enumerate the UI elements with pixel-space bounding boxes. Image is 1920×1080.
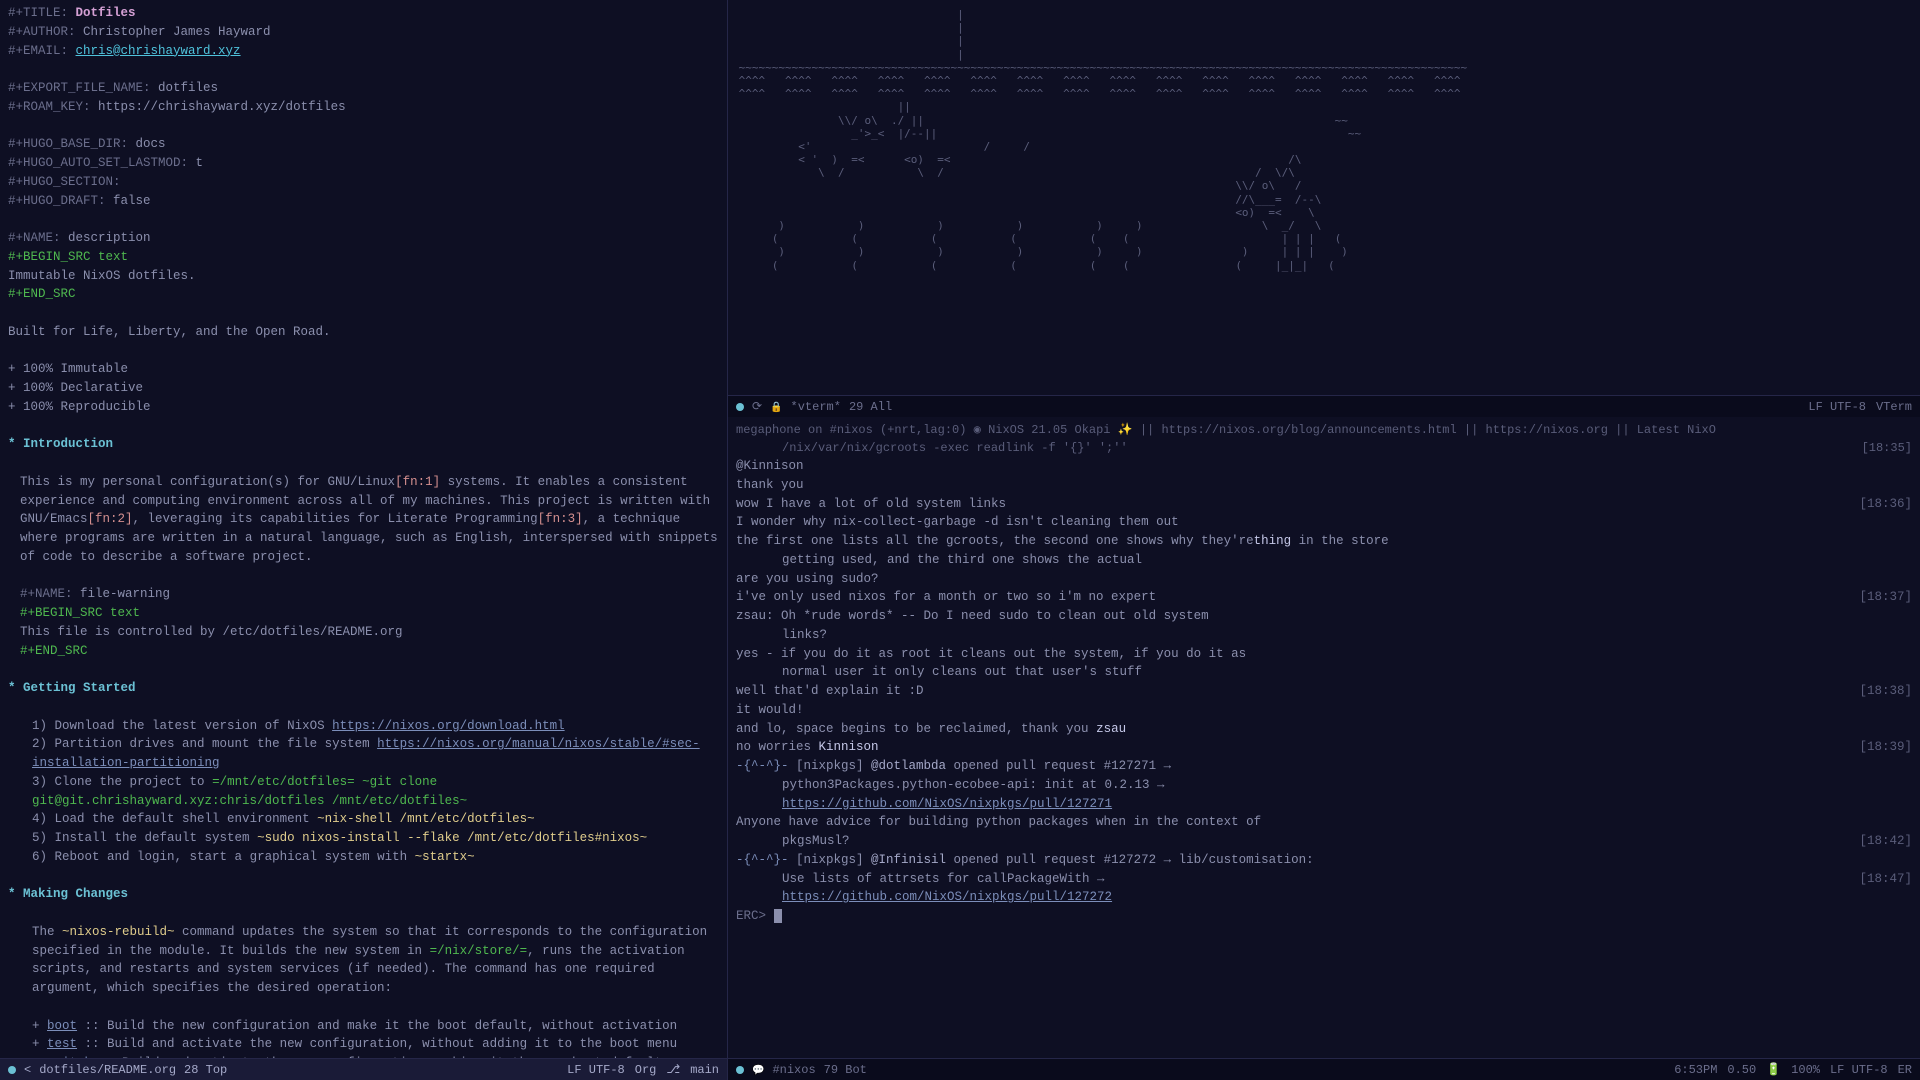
irc-message-cont: getting used, and the third one shows th…	[736, 551, 1912, 570]
email-prop: #+EMAIL: chris@chrishayward.xyz	[8, 42, 719, 61]
irc-message: wow I have a lot of old system links[18:…	[736, 495, 1912, 514]
irc-message-cont: links?	[736, 626, 1912, 645]
irc-message: zsau: Oh *rude words* -- Do I need sudo …	[736, 607, 1912, 626]
position-indicator: 29 All	[849, 398, 892, 416]
irc-topic-2: /nix/var/nix/gcroots -exec readlink -f '…	[736, 439, 1912, 457]
end-src: #+END_SRC	[8, 285, 719, 304]
warn-name: #+NAME: file-warning	[8, 585, 719, 604]
desc-body: Immutable NixOS dotfiles.	[8, 267, 719, 286]
begin-src-text: #+BEGIN_SRC text	[8, 248, 719, 267]
irc-message-cont: Use lists of attrsets for callPackageWit…	[736, 870, 1912, 889]
vterm-modeline: ⟳ *vterm* 29 All LF UTF-8 VTerm	[728, 395, 1920, 417]
buffer-name: dotfiles/README.org	[39, 1061, 176, 1079]
irc-message-cont: normal user it only cleans out that user…	[736, 663, 1912, 682]
irc-pane[interactable]: megaphone on #nixos (+nrt,lag:0) ◉ NixOS…	[728, 417, 1920, 1058]
indicator-icon	[736, 403, 744, 411]
title-prop: #+TITLE: Dotfiles	[8, 4, 719, 23]
warn-body: This file is controlled by /etc/dotfiles…	[8, 623, 719, 642]
lock-icon	[770, 398, 782, 416]
export-name-prop: #+EXPORT_FILE_NAME: dotfiles	[8, 79, 719, 98]
clock: 6:53PM	[1674, 1061, 1717, 1079]
left-modeline: < dotfiles/README.org 28 Top LF UTF-8 Or…	[0, 1058, 727, 1080]
cursor-icon[interactable]	[774, 909, 782, 923]
making-changes-heading: * Making Changes	[8, 885, 719, 904]
step-4: 4) Load the default shell environment ~n…	[8, 810, 719, 829]
position-indicator: 79 Bot	[824, 1061, 867, 1079]
git-branch: main	[690, 1061, 719, 1079]
irc-message: i've only used nixos for a month or two …	[736, 588, 1912, 607]
step-1: 1) Download the latest version of NixOS …	[8, 717, 719, 736]
right-pane: | | | | ~~~~~~~~~~~~~~~~~~~~~~~~~~~~~~~~…	[728, 0, 1920, 1080]
irc-message: -{^-^}- [nixpkgs] @Infinisil opened pull…	[736, 851, 1912, 870]
battery-icon: 🔋	[1766, 1061, 1781, 1079]
left-editor-pane: #+TITLE: Dotfiles #+AUTHOR: Christopher …	[0, 0, 728, 1080]
bullet-item: + 100% Reproducible	[8, 398, 719, 417]
getting-started-heading: * Getting Started	[8, 679, 719, 698]
irc-message-cont: pkgsMusl?[18:42]	[736, 832, 1912, 851]
irc-message: it would!	[736, 701, 1912, 720]
irc-message: no worries Kinnison[18:39]	[736, 738, 1912, 757]
irc-message: Anyone have advice for building python p…	[736, 813, 1912, 832]
major-mode: VTerm	[1876, 398, 1912, 416]
making-body: The ~nixos-rebuild~ command updates the …	[8, 923, 719, 998]
irc-message: yes - if you do it as root it cleans out…	[736, 645, 1912, 664]
irc-message: I wonder why nix-collect-garbage -d isn'…	[736, 513, 1912, 532]
step-5: 5) Install the default system ~sudo nixo…	[8, 829, 719, 848]
op-test: + test :: Build and activate the new con…	[8, 1035, 719, 1054]
battery-pct: 100%	[1791, 1061, 1820, 1079]
step-6: 6) Reboot and login, start a graphical s…	[8, 848, 719, 867]
back-icon[interactable]: <	[24, 1061, 31, 1079]
irc-message: are you using sudo?	[736, 570, 1912, 589]
hugo-base-prop: #+HUGO_BASE_DIR: docs	[8, 135, 719, 154]
irc-message: @Kinnison	[736, 457, 1912, 476]
hugo-section-prop: #+HUGO_SECTION:	[8, 173, 719, 192]
position-indicator: 28 Top	[184, 1061, 227, 1079]
irc-message-url[interactable]: https://github.com/NixOS/nixpkgs/pull/12…	[736, 795, 1912, 814]
major-mode: Org	[635, 1061, 657, 1079]
irc-modeline: #nixos 79 Bot 6:53PM 0.50 🔋 100% LF UTF-…	[728, 1058, 1920, 1080]
irc-message-list: @Kinnison thank you wow I have a lot of …	[736, 457, 1912, 907]
author-prop: #+AUTHOR: Christopher James Hayward	[8, 23, 719, 42]
branch-icon	[666, 1061, 680, 1079]
bullet-item: + 100% Declarative	[8, 379, 719, 398]
major-mode: ER	[1898, 1061, 1912, 1079]
indicator-icon	[736, 1066, 744, 1074]
tagline: Built for Life, Liberty, and the Open Ro…	[8, 323, 719, 342]
org-editor[interactable]: #+TITLE: Dotfiles #+AUTHOR: Christopher …	[0, 0, 727, 1058]
sep-icon: ⟳	[752, 398, 762, 416]
modified-indicator-icon	[8, 1066, 16, 1074]
irc-prompt-line: ERC>	[736, 907, 1912, 926]
irc-message: -{^-^}- [nixpkgs] @dotlambda opened pull…	[736, 757, 1912, 776]
hugo-lastmod-prop: #+HUGO_AUTO_SET_LASTMOD: t	[8, 154, 719, 173]
intro-heading: * Introduction	[8, 435, 719, 454]
name-desc-prop: #+NAME: description	[8, 229, 719, 248]
hugo-draft-prop: #+HUGO_DRAFT: false	[8, 192, 719, 211]
channel-name: #nixos	[772, 1061, 815, 1079]
end-src-2: #+END_SRC	[8, 642, 719, 661]
irc-message: the first one lists all the gcroots, the…	[736, 532, 1912, 551]
encoding: LF UTF-8	[567, 1061, 625, 1079]
irc-message-url[interactable]: https://github.com/NixOS/nixpkgs/pull/12…	[736, 888, 1912, 907]
encoding: LF UTF-8	[1808, 398, 1866, 416]
bullet-item: + 100% Immutable	[8, 360, 719, 379]
buffer-name: *vterm*	[791, 398, 841, 416]
ascii-art: | | | | ~~~~~~~~~~~~~~~~~~~~~~~~~~~~~~~~…	[732, 4, 1916, 272]
chat-icon	[752, 1061, 764, 1079]
irc-topic: megaphone on #nixos (+nrt,lag:0) ◉ NixOS…	[736, 421, 1912, 439]
encoding: LF UTF-8	[1830, 1061, 1888, 1079]
load-avg: 0.50	[1727, 1061, 1756, 1079]
vterm-pane[interactable]: | | | | ~~~~~~~~~~~~~~~~~~~~~~~~~~~~~~~~…	[728, 0, 1920, 395]
roam-key-prop: #+ROAM_KEY: https://chrishayward.xyz/dot…	[8, 98, 719, 117]
step-2: 2) Partition drives and mount the file s…	[8, 735, 719, 773]
op-boot: + boot :: Build the new configuration an…	[8, 1017, 719, 1036]
step-3: 3) Clone the project to =/mnt/etc/dotfil…	[8, 773, 719, 811]
begin-src-text-2: #+BEGIN_SRC text	[8, 604, 719, 623]
irc-message: thank you	[736, 476, 1912, 495]
intro-body: This is my personal configuration(s) for…	[8, 473, 719, 567]
irc-message-cont: python3Packages.python-ecobee-api: init …	[736, 776, 1912, 795]
irc-message: and lo, space begins to be reclaimed, th…	[736, 720, 1912, 739]
irc-message: well that'd explain it :D[18:38]	[736, 682, 1912, 701]
